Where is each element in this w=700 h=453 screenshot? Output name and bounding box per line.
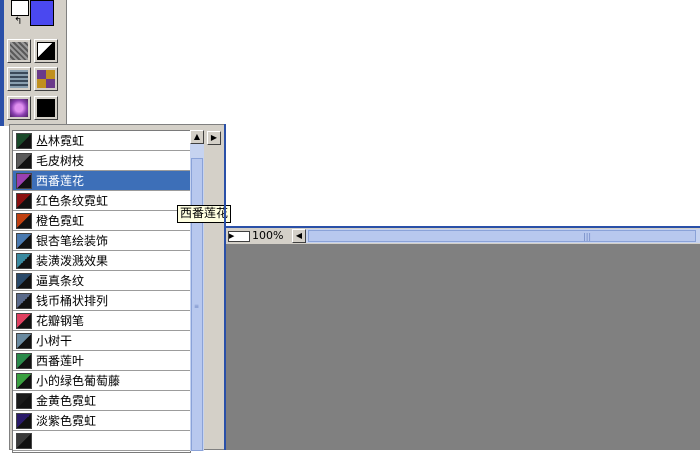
brush-list[interactable]: 丛林霓虹毛皮树枝西番莲花红色条纹霓虹 橙色霓虹银杏笔绘装饰 装潢泼溅效果 逼真条纹钱币… bbox=[12, 130, 191, 453]
horizontal-grip-icon: ||| bbox=[583, 232, 592, 241]
palette-frame bbox=[0, 0, 4, 126]
brush-label: 逼真条纹 bbox=[36, 274, 85, 288]
brush-thumbnail-icon bbox=[16, 432, 32, 449]
tool-palette: ↰ bbox=[0, 0, 67, 126]
brush-list-item[interactable]: 小树干 bbox=[13, 331, 190, 351]
texture-map-icon bbox=[10, 70, 28, 88]
brush-label: 钱币桶状排列 bbox=[36, 294, 109, 308]
brush-thumbnail-icon bbox=[16, 192, 32, 209]
brush-label: 小树干 bbox=[36, 334, 73, 348]
tool-mask[interactable] bbox=[34, 39, 58, 63]
purple-flower-icon bbox=[10, 99, 28, 117]
tool-gold-grid[interactable] bbox=[34, 67, 58, 91]
brush-library-panel: 丛林霓虹毛皮树枝西番莲花红色条纹霓虹 橙色霓虹银杏笔绘装饰 装潢泼溅效果 逼真条纹钱币… bbox=[9, 124, 226, 453]
brush-list-item[interactable] bbox=[13, 431, 190, 451]
brush-thumbnail-icon bbox=[16, 132, 32, 149]
brush-thumbnail-icon bbox=[16, 332, 32, 349]
brush-thumbnail-icon bbox=[16, 252, 32, 269]
brush-list-item[interactable]: 钱币桶状排列 bbox=[13, 291, 190, 311]
brush-label: 西番莲叶 bbox=[36, 354, 85, 368]
brush-thumbnail-icon bbox=[16, 212, 32, 229]
brush-list-item[interactable]: 花瓣钢笔 bbox=[13, 311, 190, 331]
brush-thumbnail-icon bbox=[16, 352, 32, 369]
brush-label: 橙色霓虹 bbox=[36, 214, 85, 228]
zoom-menu-arrow-icon[interactable]: ▶ bbox=[228, 231, 250, 242]
horizontal-scrollbar[interactable]: ◀ ||| bbox=[292, 229, 700, 243]
document-status-bar: ▶ 100% ◀ ||| bbox=[226, 228, 700, 245]
brush-thumbnail-icon bbox=[16, 232, 32, 249]
brush-thumbnail-icon bbox=[16, 412, 32, 429]
brush-label: 丛林霓虹 bbox=[36, 134, 85, 148]
brush-list-item[interactable]: 淡紫色霓虹 bbox=[13, 411, 190, 431]
texture-icon bbox=[10, 42, 28, 60]
brush-list-scrollbar[interactable]: ▲ ≡ bbox=[190, 130, 204, 451]
brush-label: 毛皮树枝 bbox=[36, 154, 85, 168]
mask-icon bbox=[37, 42, 55, 60]
brush-list-item[interactable]: 小的绿色葡萄藤 bbox=[13, 371, 190, 391]
panel-menu-arrow-icon[interactable]: ▶ bbox=[207, 131, 221, 145]
brush-label: 花瓣钢笔 bbox=[36, 314, 85, 328]
brush-label: 金黄色霓虹 bbox=[36, 394, 97, 408]
foreground-color-swatch[interactable] bbox=[30, 0, 54, 26]
brush-thumbnail-icon bbox=[16, 312, 32, 329]
scroll-up-arrow-icon[interactable]: ▲ bbox=[190, 130, 204, 144]
tool-purple-flower[interactable] bbox=[7, 96, 31, 120]
brush-list-item[interactable]: 金黄色霓虹 bbox=[13, 391, 190, 411]
horizontal-scroll-thumb[interactable]: ||| bbox=[308, 230, 696, 242]
gold-grid-icon bbox=[37, 70, 55, 88]
brush-list-item[interactable]: 装潢泼溅效果 bbox=[13, 251, 190, 271]
tool-texture-map[interactable] bbox=[7, 67, 31, 91]
brush-label: 银杏笔绘装饰 bbox=[36, 234, 109, 248]
brush-thumbnail-icon bbox=[16, 372, 32, 389]
brush-thumbnail-icon bbox=[16, 272, 32, 289]
brush-thumbnail-icon bbox=[16, 392, 32, 409]
brush-list-item[interactable]: 西番莲叶 bbox=[13, 351, 190, 371]
brush-label: 装潢泼溅效果 bbox=[36, 254, 109, 268]
zoom-level[interactable]: 100% bbox=[252, 229, 290, 242]
brush-list-item[interactable]: 毛皮树枝 bbox=[13, 151, 190, 171]
tool-black-strip[interactable] bbox=[34, 96, 58, 120]
brush-list-item[interactable]: 橙色霓虹 bbox=[13, 211, 190, 231]
brush-thumbnail-icon bbox=[16, 152, 32, 169]
brush-label: 西番莲花 bbox=[36, 174, 85, 188]
scroll-thumb[interactable]: ≡ bbox=[191, 158, 203, 451]
brush-label: 小的绿色葡萄藤 bbox=[36, 374, 121, 388]
brush-tooltip: 西番莲花 bbox=[177, 205, 232, 223]
brush-list-item[interactable]: 银杏笔绘装饰 bbox=[13, 231, 190, 251]
brush-thumbnail-icon bbox=[16, 172, 32, 189]
brush-list-item[interactable]: 逼真条纹 bbox=[13, 271, 190, 291]
background-color-swatch[interactable] bbox=[11, 0, 29, 16]
brush-list-item[interactable]: 红色条纹霓虹 bbox=[13, 191, 190, 211]
brush-label: 红色条纹霓虹 bbox=[36, 194, 109, 208]
brush-list-item[interactable]: 西番莲花 bbox=[13, 171, 190, 191]
swap-colors-icon[interactable]: ↰ bbox=[14, 16, 26, 28]
brush-label: 淡紫色霓虹 bbox=[36, 414, 97, 428]
brush-list-item[interactable]: 丛林霓虹 bbox=[13, 131, 190, 151]
scroll-grip-icon: ≡ bbox=[194, 303, 200, 310]
tool-texture-gray[interactable] bbox=[7, 39, 31, 63]
scroll-left-arrow-icon[interactable]: ◀ bbox=[292, 229, 306, 243]
black-strip-icon bbox=[37, 99, 55, 117]
document-canvas[interactable] bbox=[226, 245, 700, 450]
brush-thumbnail-icon bbox=[16, 292, 32, 309]
